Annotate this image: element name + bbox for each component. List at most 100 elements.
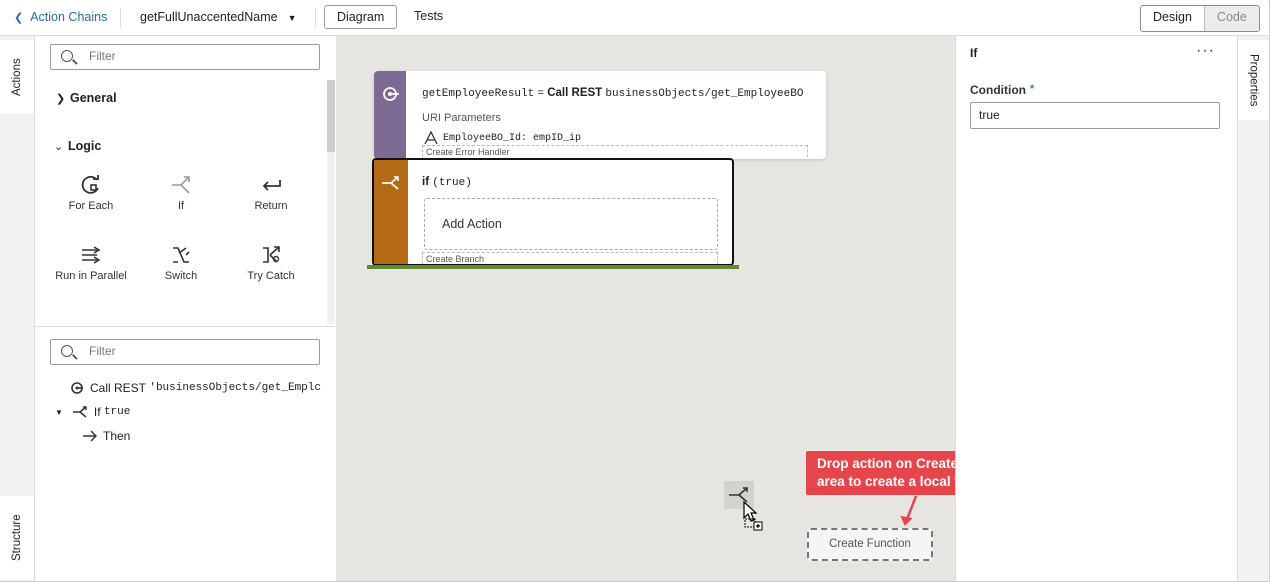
result-variable: getEmployeeResult bbox=[422, 88, 535, 100]
tab-structure-label: Structure bbox=[11, 514, 23, 562]
text-type-icon bbox=[424, 131, 438, 145]
section-logic[interactable]: ⌄ Logic bbox=[54, 139, 101, 153]
uri-parameters-label: URI Parameters bbox=[422, 112, 501, 124]
chevron-right-icon: ❯ bbox=[56, 93, 66, 105]
condition-label: Condition * bbox=[970, 83, 1034, 97]
view-mode-toggle: Design Code bbox=[1140, 5, 1260, 32]
create-function-dropzone[interactable]: Create Function bbox=[807, 528, 933, 561]
divider bbox=[315, 8, 316, 28]
chain-selector[interactable]: getFullUnaccentedName ▼ bbox=[140, 10, 297, 24]
callout-arrow-icon bbox=[900, 495, 918, 526]
uri-parameter: EmployeeBO_Id: empID_ip bbox=[424, 131, 581, 145]
structure-item-call-rest[interactable]: Call REST 'businessObjects/get_Emplc bbox=[70, 381, 321, 395]
back-label: Action Chains bbox=[30, 10, 108, 24]
rest-icon bbox=[71, 382, 83, 394]
instruction-callout: Drop action on Create Function area to c… bbox=[806, 451, 955, 495]
back-link[interactable]: ❮ Action Chains bbox=[14, 10, 107, 24]
design-button[interactable]: Design bbox=[1141, 6, 1204, 31]
if-node[interactable]: if (true) Add Action Create Branch bbox=[372, 158, 734, 266]
action-label: Try Catch bbox=[247, 270, 295, 282]
action-label: Run in Parallel bbox=[55, 270, 127, 282]
structure-item-label: If bbox=[93, 405, 101, 419]
actions-filter-input[interactable] bbox=[87, 48, 291, 64]
tab-tests[interactable]: Tests bbox=[402, 5, 455, 29]
create-branch[interactable]: Create Branch bbox=[422, 252, 718, 264]
actions-scrollbar[interactable] bbox=[327, 80, 335, 324]
section-general-label: General bbox=[70, 91, 117, 105]
structure-item-code: true bbox=[103, 406, 131, 418]
caret-down-icon: ▼ bbox=[55, 407, 63, 417]
add-action-label: Add Action bbox=[442, 217, 502, 231]
structure-filter-input[interactable] bbox=[87, 343, 291, 359]
action-try-catch[interactable]: Try Catch bbox=[231, 244, 311, 282]
if-node-title: if (true) bbox=[422, 176, 472, 189]
rest-icon bbox=[383, 87, 399, 101]
structure-item-if[interactable]: ▼ If true bbox=[55, 405, 130, 419]
return-icon bbox=[262, 180, 281, 191]
diagram-canvas[interactable]: getEmployeeResult = Call REST businessOb… bbox=[336, 36, 955, 581]
panel-splitter[interactable] bbox=[35, 326, 335, 327]
tab-structure[interactable]: Structure bbox=[0, 496, 34, 580]
actions-panel: ❯ General ⌄ Logic For Each If Return Run i… bbox=[35, 36, 335, 326]
callout-line: area to create a local function bbox=[817, 474, 955, 489]
actions-filter[interactable] bbox=[50, 44, 320, 70]
node-stripe bbox=[374, 160, 408, 264]
required-marker: * bbox=[1029, 83, 1035, 95]
scrollbar-thumb[interactable] bbox=[327, 80, 335, 152]
selection-bar bbox=[367, 265, 739, 269]
try-catch-icon bbox=[263, 246, 280, 263]
create-error-handler[interactable]: Create Error Handler bbox=[422, 145, 808, 157]
action-if[interactable]: If bbox=[141, 174, 221, 212]
action-for-each[interactable]: For Each bbox=[51, 174, 131, 212]
code-button[interactable]: Code bbox=[1203, 6, 1259, 31]
if-condition: (true) bbox=[432, 177, 472, 189]
chevron-down-icon: ⌄ bbox=[54, 141, 64, 153]
chain-name: getFullUnaccentedName bbox=[140, 10, 278, 24]
rest-node-title: getEmployeeResult = Call REST businessOb… bbox=[422, 87, 803, 100]
tab-actions[interactable]: Actions bbox=[0, 40, 34, 114]
action-label: Return bbox=[254, 200, 288, 212]
condition-input[interactable]: true bbox=[970, 102, 1220, 129]
equals-sign: = bbox=[537, 88, 545, 100]
parameter-text: EmployeeBO_Id: empID_ip bbox=[443, 132, 582, 144]
action-return[interactable]: Return bbox=[231, 174, 311, 212]
structure-item-code: 'businessObjects/get_Emplc bbox=[149, 382, 321, 394]
drag-cursor-icon bbox=[743, 500, 763, 531]
for-each-icon bbox=[81, 175, 99, 194]
section-general[interactable]: ❯ General bbox=[56, 91, 117, 105]
callout-line: Drop action on Create Function bbox=[817, 456, 955, 471]
rest-endpoint: businessObjects/get_EmployeeBO bbox=[605, 88, 804, 100]
node-stripe bbox=[374, 71, 406, 159]
tab-diagram[interactable]: Diagram bbox=[324, 5, 398, 29]
if-icon bbox=[172, 176, 190, 194]
structure-item-label: Then bbox=[103, 429, 131, 443]
caret-down-icon: ▼ bbox=[287, 13, 297, 23]
structure-item-label: Call REST bbox=[90, 381, 147, 395]
if-keyword: if bbox=[422, 176, 430, 188]
if-icon bbox=[382, 176, 399, 190]
more-options-button[interactable]: ··· bbox=[1196, 42, 1215, 60]
properties-title: If bbox=[970, 46, 978, 60]
tab-properties-label: Properties bbox=[1247, 53, 1260, 107]
structure-item-then[interactable]: Then bbox=[82, 429, 130, 443]
action-switch[interactable]: Switch bbox=[141, 244, 221, 282]
call-label: Call REST bbox=[547, 87, 603, 99]
condition-label-text: Condition bbox=[970, 83, 1026, 97]
divider bbox=[120, 8, 121, 28]
properties-panel: If ··· Condition * true bbox=[955, 36, 1238, 581]
action-run-in-parallel[interactable]: Run in Parallel bbox=[51, 244, 131, 282]
action-label: Switch bbox=[164, 270, 198, 282]
left-rail: Actions Structure bbox=[0, 36, 35, 581]
top-bar: ❮ Action Chains getFullUnaccentedName ▼ Di… bbox=[0, 0, 1268, 36]
add-action-dropzone[interactable]: Add Action bbox=[424, 198, 718, 250]
chevron-left-icon: ❮ bbox=[14, 12, 24, 24]
action-label: For Each bbox=[68, 200, 114, 212]
call-rest-node[interactable]: getEmployeeResult = Call REST businessOb… bbox=[374, 71, 826, 159]
arrow-right-icon bbox=[83, 430, 97, 442]
tab-properties[interactable]: Properties bbox=[1238, 40, 1269, 120]
switch-icon bbox=[173, 247, 190, 263]
right-rail: Properties bbox=[1237, 36, 1269, 581]
if-icon bbox=[72, 406, 87, 418]
structure-filter[interactable] bbox=[50, 339, 320, 365]
search-icon bbox=[61, 50, 73, 62]
